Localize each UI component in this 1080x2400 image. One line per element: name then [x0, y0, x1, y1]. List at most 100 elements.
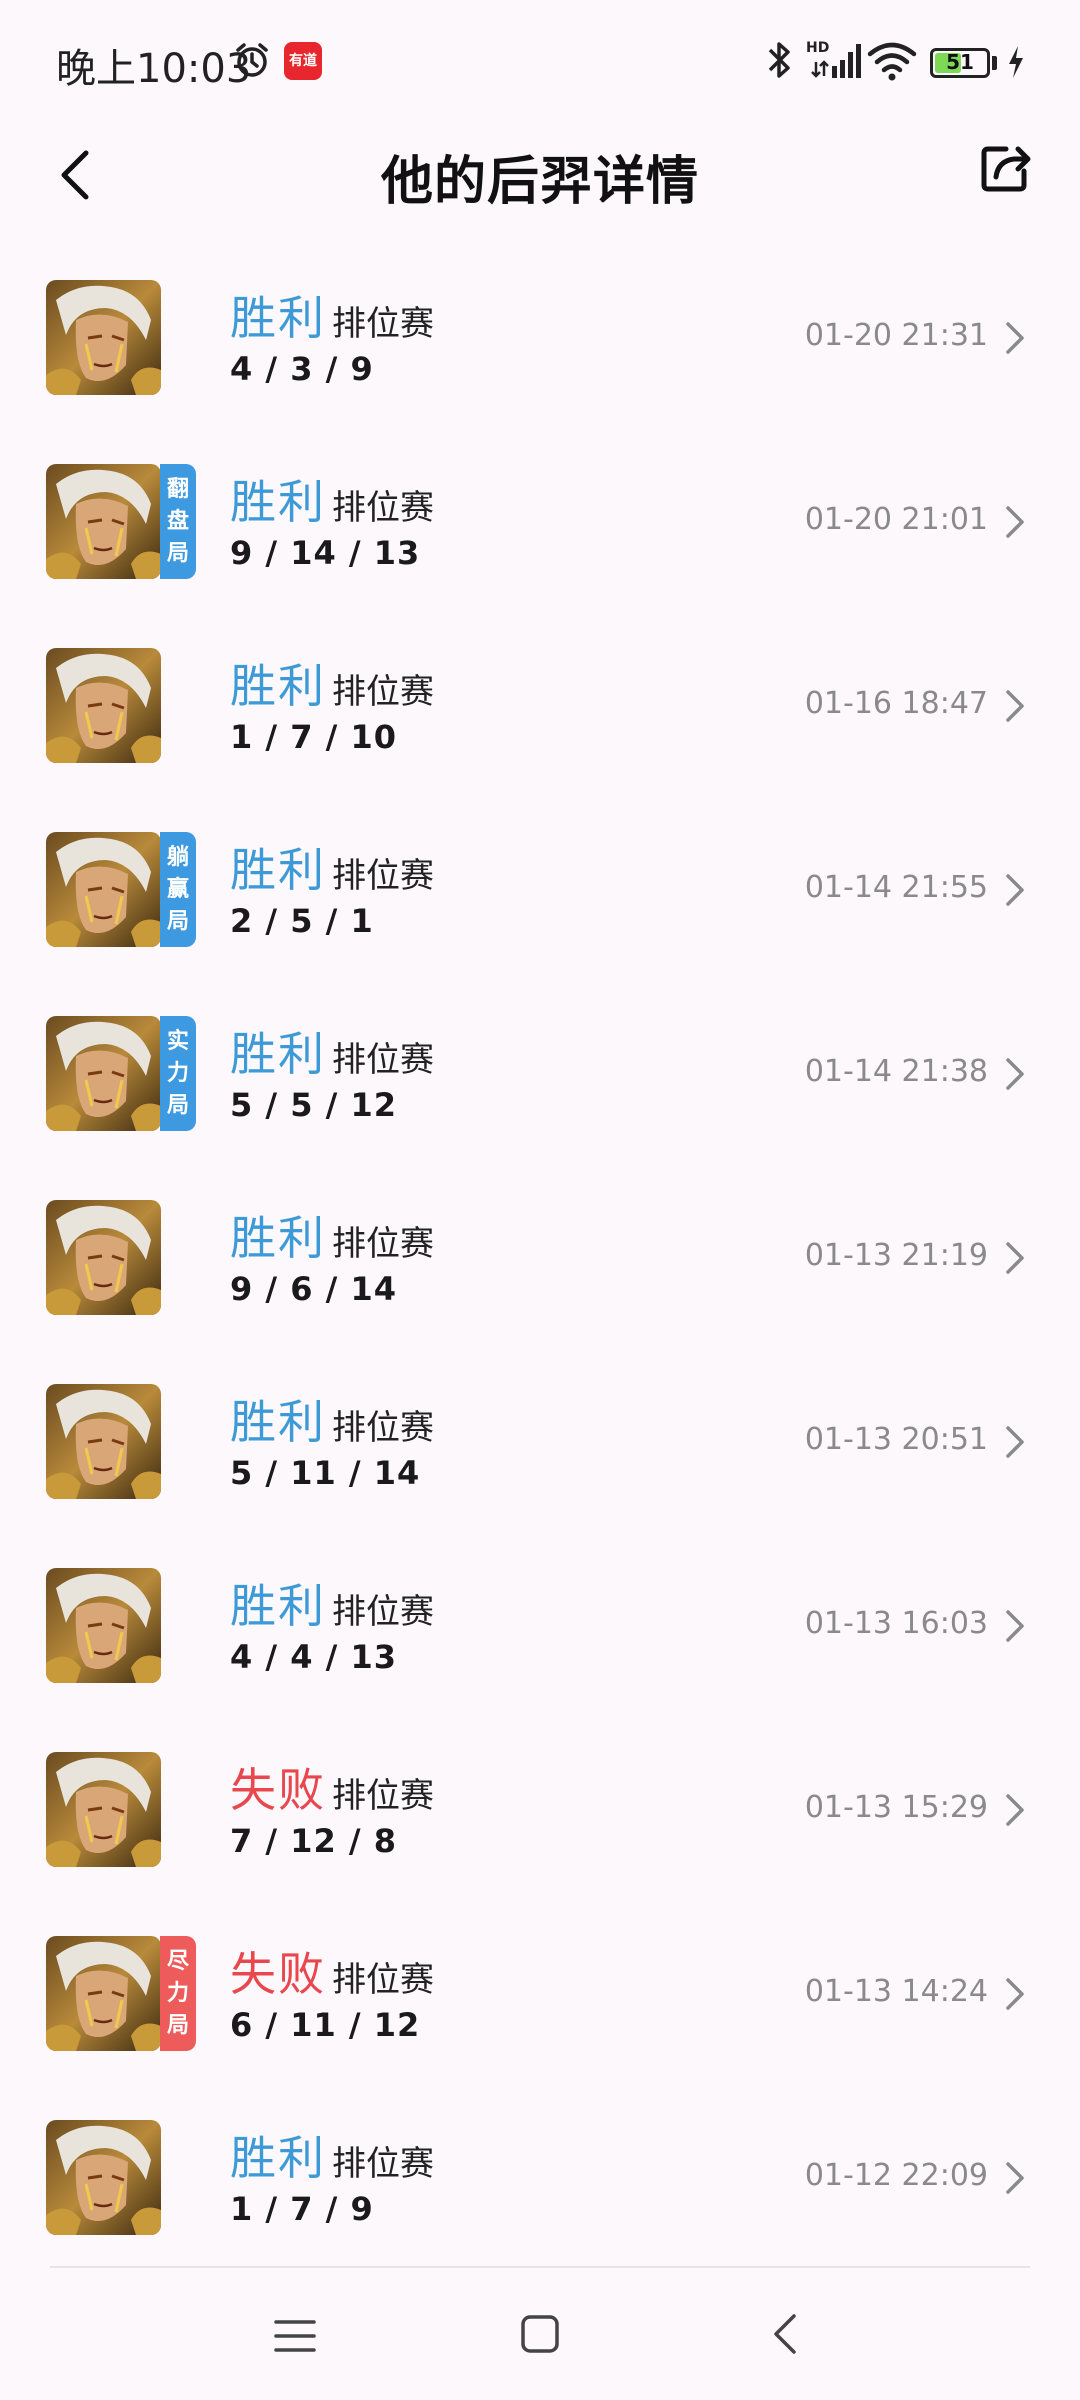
chevron-right-icon — [1006, 322, 1024, 354]
cellular-signal-icon — [811, 44, 861, 78]
match-result: 失败 — [230, 1763, 326, 1817]
status-time: 晚上10:03 — [56, 46, 252, 92]
match-time: 01-20 21:31 — [804, 318, 988, 353]
match-row[interactable]: 胜利 排位赛 4 / 4 / 13 01-13 16:03 — [0, 1534, 1080, 1718]
match-kda: 1 / 7 / 10 — [230, 718, 397, 756]
match-kda: 1 / 7 / 9 — [230, 2190, 374, 2228]
match-result: 胜利 — [230, 1027, 326, 1081]
match-time: 01-13 16:03 — [804, 1606, 988, 1641]
match-tag-badge: 躺赢局 — [160, 832, 196, 947]
wifi-icon — [867, 42, 917, 81]
chevron-right-icon — [1006, 1978, 1024, 2010]
back-triangle-icon[interactable] — [770, 2312, 800, 2356]
match-row[interactable]: 胜利 排位赛 5 / 11 / 14 01-13 20:51 — [0, 1350, 1080, 1534]
hero-avatar — [46, 464, 161, 579]
charging-bolt-icon — [1009, 46, 1023, 78]
match-time: 01-13 20:51 — [804, 1422, 988, 1457]
match-mode: 排位赛 — [332, 1776, 434, 1816]
youdao-app-icon: 有道 — [284, 42, 322, 80]
match-time: 01-16 18:47 — [804, 686, 988, 721]
match-row[interactable]: 胜利 排位赛 1 / 7 / 9 01-12 22:09 — [0, 2086, 1080, 2270]
chevron-right-icon — [1006, 506, 1024, 538]
chevron-right-icon — [1006, 2162, 1024, 2194]
match-mode: 排位赛 — [332, 856, 434, 896]
bluetooth-icon — [768, 42, 790, 78]
match-row[interactable]: 实力局胜利 排位赛 5 / 5 / 12 01-14 21:38 — [0, 982, 1080, 1166]
match-kda: 2 / 5 / 1 — [230, 902, 374, 940]
match-kda: 9 / 6 / 14 — [230, 1270, 397, 1308]
navigation-bar — [0, 2268, 1080, 2400]
match-time: 01-13 21:19 — [804, 1238, 988, 1273]
match-tag-badge: 翻盘局 — [160, 464, 196, 579]
match-result: 胜利 — [230, 2131, 326, 2185]
match-list: 胜利 排位赛 4 / 3 / 9 01-20 21:31 翻盘局胜利 排位赛 9 / 14… — [0, 246, 1080, 2270]
hero-avatar — [46, 648, 161, 763]
match-kda: 6 / 11 / 12 — [230, 2006, 421, 2044]
status-bar: 晚上10:03 有道 HD 51 — [0, 0, 1080, 125]
battery-cap — [992, 56, 997, 70]
match-mode: 排位赛 — [332, 304, 434, 344]
match-time: 01-12 22:09 — [804, 2158, 988, 2193]
chevron-right-icon — [1006, 1794, 1024, 1826]
home-icon[interactable] — [520, 2314, 560, 2354]
battery-level: 51 — [946, 50, 974, 74]
match-row[interactable]: 失败 排位赛 7 / 12 / 8 01-13 15:29 — [0, 1718, 1080, 1902]
match-time: 01-14 21:55 — [804, 870, 988, 905]
page-title: 他的后羿详情 — [380, 152, 699, 212]
match-kda: 5 / 11 / 14 — [230, 1454, 421, 1492]
match-row[interactable]: 翻盘局胜利 排位赛 9 / 14 / 13 01-20 21:01 — [0, 430, 1080, 614]
match-mode: 排位赛 — [332, 2144, 434, 2184]
match-kda: 5 / 5 / 12 — [230, 1086, 397, 1124]
hero-avatar — [46, 2120, 161, 2235]
chevron-right-icon — [1006, 874, 1024, 906]
match-kda: 4 / 3 / 9 — [230, 350, 374, 388]
match-mode: 排位赛 — [332, 1960, 434, 2000]
match-tag-badge: 实力局 — [160, 1016, 196, 1131]
match-result: 胜利 — [230, 659, 326, 713]
match-mode: 排位赛 — [332, 1040, 434, 1080]
match-kda: 4 / 4 / 13 — [230, 1638, 397, 1676]
match-mode: 排位赛 — [332, 1592, 434, 1632]
match-kda: 9 / 14 / 13 — [230, 534, 421, 572]
match-time: 01-14 21:38 — [804, 1054, 988, 1089]
hero-avatar — [46, 1568, 161, 1683]
menu-icon[interactable] — [274, 2316, 316, 2356]
match-row[interactable]: 胜利 排位赛 9 / 6 / 14 01-13 21:19 — [0, 1166, 1080, 1350]
match-mode: 排位赛 — [332, 488, 434, 528]
match-row[interactable]: 胜利 排位赛 4 / 3 / 9 01-20 21:31 — [0, 246, 1080, 430]
match-row[interactable]: 躺赢局胜利 排位赛 2 / 5 / 1 01-14 21:55 — [0, 798, 1080, 982]
match-tag-badge: 尽力局 — [160, 1936, 196, 2051]
chevron-right-icon — [1006, 1242, 1024, 1274]
match-result: 胜利 — [230, 843, 326, 897]
chevron-right-icon — [1006, 1610, 1024, 1642]
hero-avatar — [46, 280, 161, 395]
match-mode: 排位赛 — [332, 1408, 434, 1448]
match-result: 胜利 — [230, 475, 326, 529]
match-result: 失败 — [230, 1947, 326, 2001]
hero-avatar — [46, 1200, 161, 1315]
match-result: 胜利 — [230, 1579, 326, 1633]
hero-avatar — [46, 1752, 161, 1867]
match-row[interactable]: 尽力局失败 排位赛 6 / 11 / 12 01-13 14:24 — [0, 1902, 1080, 2086]
alarm-clock-icon — [236, 43, 268, 77]
match-result: 胜利 — [230, 291, 326, 345]
match-result: 胜利 — [230, 1211, 326, 1265]
chevron-right-icon — [1006, 690, 1024, 722]
match-row[interactable]: 胜利 排位赛 1 / 7 / 10 01-16 18:47 — [0, 614, 1080, 798]
hero-avatar — [46, 1384, 161, 1499]
hero-avatar — [46, 1936, 161, 2051]
match-time: 01-13 15:29 — [804, 1790, 988, 1825]
hero-avatar — [46, 1016, 161, 1131]
match-kda: 7 / 12 / 8 — [230, 1822, 397, 1860]
match-result: 胜利 — [230, 1395, 326, 1449]
match-time: 01-13 14:24 — [804, 1974, 988, 2009]
match-mode: 排位赛 — [332, 672, 434, 712]
match-mode: 排位赛 — [332, 1224, 434, 1264]
share-icon[interactable] — [976, 139, 1036, 199]
match-time: 01-20 21:01 — [804, 502, 988, 537]
header: 他的后羿详情 — [0, 125, 1080, 225]
hero-avatar — [46, 832, 161, 947]
battery-icon: 51 — [930, 48, 990, 78]
chevron-right-icon — [1006, 1058, 1024, 1090]
chevron-right-icon — [1006, 1426, 1024, 1458]
